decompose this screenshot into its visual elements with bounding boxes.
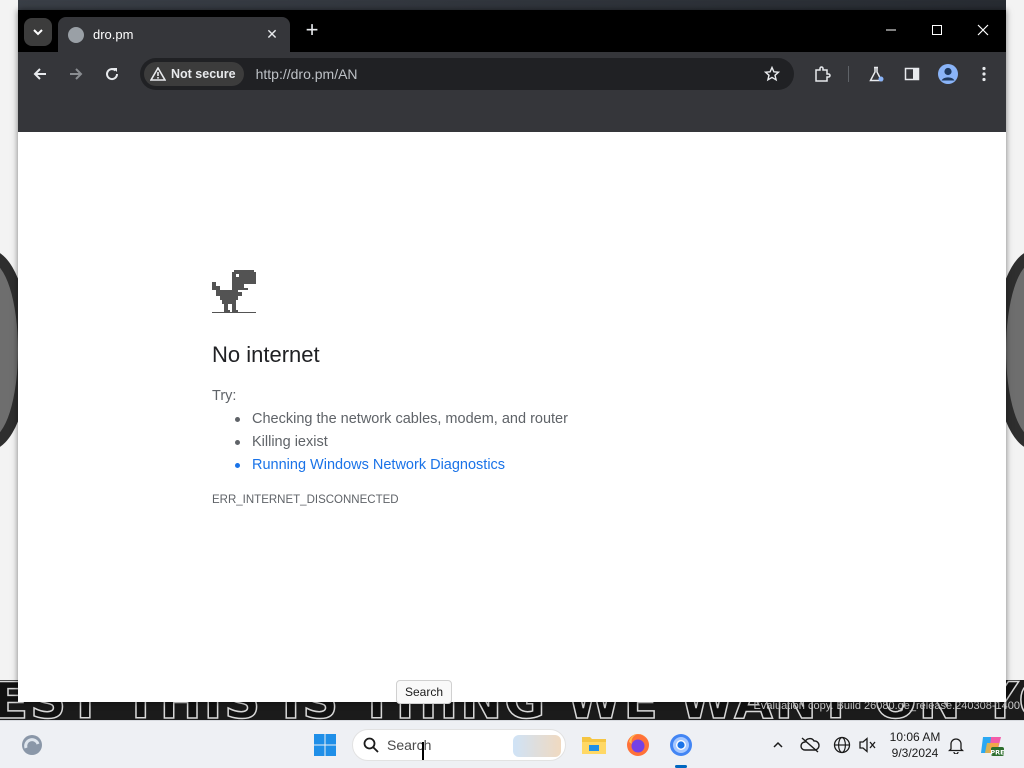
tab-active[interactable]: dro.pm ✕ — [58, 17, 290, 52]
chrome-button[interactable] — [665, 729, 697, 761]
tab-title: dro.pm — [93, 27, 134, 42]
maximize-button[interactable] — [914, 10, 960, 50]
close-icon — [977, 24, 989, 36]
clock-time: 10:06 AM — [889, 730, 941, 744]
security-chip[interactable]: Not secure — [144, 62, 244, 86]
back-button[interactable] — [26, 60, 54, 88]
avatar-icon — [938, 64, 958, 84]
close-window-button[interactable] — [960, 10, 1006, 50]
chevron-down-icon — [33, 29, 43, 36]
search-placeholder: Search — [387, 737, 432, 753]
onedrive-button[interactable] — [794, 729, 826, 761]
desktop-left-edge — [0, 0, 30, 720]
maximize-icon — [932, 25, 942, 35]
tab-strip: dro.pm ✕ + — [18, 10, 1006, 52]
toolbar-separator — [848, 66, 849, 82]
network-diagnostics-link[interactable]: Running Windows Network Diagnostics — [232, 454, 568, 477]
firefox-button[interactable] — [622, 729, 654, 761]
address-bar[interactable]: Not secure http://dro.pm/AN — [140, 58, 794, 90]
close-tab-icon[interactable]: ✕ — [264, 26, 280, 43]
weather-icon — [22, 735, 42, 755]
bookmark-star-button[interactable] — [758, 60, 786, 88]
folder-icon — [582, 737, 606, 754]
start-button[interactable] — [309, 729, 341, 761]
copilot-icon: PRE — [981, 737, 1005, 757]
extensions-button[interactable] — [808, 60, 836, 88]
search-icon — [363, 737, 379, 753]
reload-icon — [106, 68, 119, 81]
notifications-button[interactable] — [940, 729, 972, 761]
file-explorer-button[interactable] — [578, 729, 610, 761]
menu-button[interactable] — [970, 60, 998, 88]
profile-button[interactable] — [934, 60, 962, 88]
copilot-button[interactable]: PRE — [976, 729, 1008, 761]
suggestion-list: Checking the network cables, modem, and … — [232, 408, 568, 477]
arrow-left-icon — [33, 68, 46, 80]
minimize-icon — [886, 29, 896, 31]
svg-text:PRE: PRE — [990, 749, 1004, 757]
try-label: Try: — [212, 388, 237, 404]
windows-logo-icon — [314, 734, 336, 756]
arrow-right-icon — [70, 68, 83, 80]
side-panel-icon — [904, 67, 920, 81]
bell-icon — [948, 738, 964, 754]
search-highlight-image — [513, 735, 561, 757]
taskbar: Search 10:06 AM 9/3/2024 PRE — [0, 720, 1024, 768]
speaker-muted-icon — [859, 737, 876, 753]
side-panel-button[interactable] — [898, 60, 926, 88]
widgets-button[interactable] — [16, 729, 48, 761]
dinosaur-icon — [212, 270, 256, 313]
cloud-off-icon — [800, 737, 820, 753]
reload-button[interactable] — [98, 60, 126, 88]
warning-icon — [150, 67, 166, 81]
chrome-icon — [670, 734, 692, 756]
volume-button[interactable] — [852, 729, 884, 761]
taskbar-search-box[interactable]: Search — [352, 729, 566, 761]
desktop-right-edge — [994, 0, 1024, 720]
security-label: Not secure — [171, 67, 236, 81]
puzzle-icon — [815, 66, 831, 82]
flask-icon — [869, 66, 884, 82]
firefox-icon — [627, 734, 649, 756]
text-cursor — [422, 742, 424, 760]
search-tooltip: Search — [396, 680, 453, 704]
globe-icon — [68, 26, 84, 43]
system-clock[interactable]: 10:06 AM 9/3/2024 — [884, 729, 946, 761]
chevron-up-icon — [773, 741, 783, 748]
error-page: No internet Try: Checking the network ca… — [18, 132, 1006, 702]
error-title: No internet — [212, 342, 320, 367]
url-text[interactable]: http://dro.pm/AN — [256, 66, 758, 82]
toolbar-extension-area — [18, 96, 1006, 132]
show-hidden-icons-button[interactable] — [762, 729, 794, 761]
clock-date: 9/3/2024 — [891, 746, 939, 760]
browser-toolbar: Not secure http://dro.pm/AN — [18, 52, 1006, 96]
star-icon — [764, 66, 780, 82]
kebab-menu-icon — [982, 66, 986, 82]
forward-button[interactable] — [62, 60, 90, 88]
new-tab-button[interactable]: + — [300, 19, 324, 43]
minimize-button[interactable] — [868, 10, 914, 50]
error-code: ERR_INTERNET_DISCONNECTED — [212, 494, 399, 506]
labs-button[interactable] — [862, 60, 890, 88]
suggestion-item: Checking the network cables, modem, and … — [232, 408, 568, 431]
tab-search-button[interactable] — [24, 18, 52, 46]
browser-window: dro.pm ✕ + Not secure http://dro.pm/AN N… — [18, 10, 1006, 702]
globe-icon — [833, 736, 851, 754]
suggestion-item: Killing iexist — [232, 431, 568, 454]
